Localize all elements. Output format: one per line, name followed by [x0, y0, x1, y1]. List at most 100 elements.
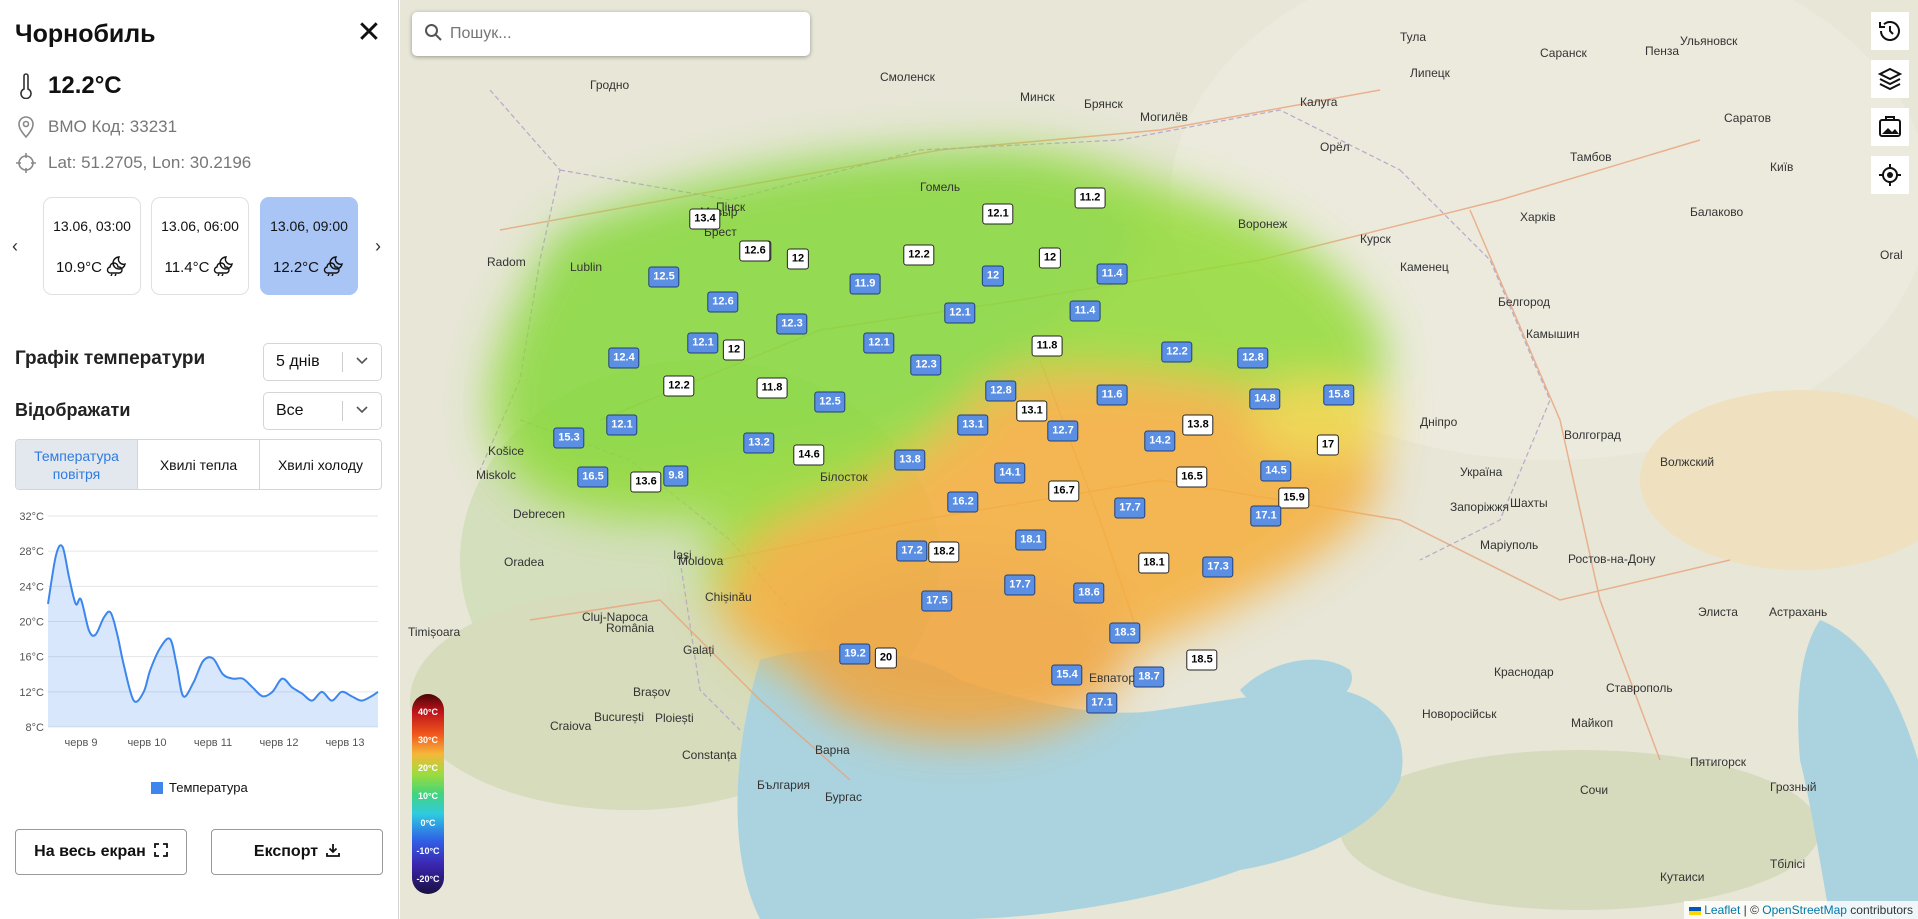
- display-select[interactable]: Все: [263, 392, 382, 430]
- history-icon[interactable]: [1871, 12, 1909, 50]
- station-marker[interactable]: 14.8: [1249, 388, 1281, 410]
- leaflet-link[interactable]: Leaflet: [1704, 903, 1740, 917]
- forecast-card[interactable]: 13.06, 03:00 10.9°C: [43, 197, 141, 295]
- station-marker[interactable]: 12.2: [663, 375, 695, 397]
- export-button[interactable]: Експорт: [211, 829, 383, 875]
- station-marker[interactable]: 12.5: [648, 266, 680, 288]
- station-marker[interactable]: 16.7: [1048, 480, 1080, 502]
- station-marker[interactable]: 12.8: [1237, 347, 1269, 369]
- series-area: [48, 545, 378, 727]
- map-place-label: Craiova: [550, 719, 592, 733]
- weather-map[interactable]: БрестПінскГомельБрянскМазырВоронежХарків…: [400, 0, 1918, 919]
- station-marker[interactable]: 13.2: [743, 432, 775, 454]
- image-icon[interactable]: [1871, 108, 1909, 146]
- export-label: Експорт: [253, 843, 319, 860]
- station-marker[interactable]: 17.5: [921, 590, 953, 612]
- station-marker[interactable]: 17.2: [896, 540, 928, 562]
- station-marker[interactable]: 18.7: [1133, 666, 1165, 688]
- station-marker[interactable]: 11.8: [1031, 335, 1063, 357]
- forecast-value: 12.2°C: [261, 254, 357, 280]
- station-marker[interactable]: 12: [1038, 247, 1062, 269]
- station-marker[interactable]: 15.3: [553, 427, 585, 449]
- station-marker[interactable]: 13.1: [957, 414, 989, 436]
- forecast-card[interactable]: 13.06, 06:00 11.4°C: [151, 197, 249, 295]
- station-marker[interactable]: 12.1: [982, 203, 1014, 225]
- station-marker[interactable]: 15.9: [1278, 487, 1310, 509]
- station-marker[interactable]: 17.7: [1114, 497, 1146, 519]
- station-marker[interactable]: 9.8: [663, 465, 689, 487]
- station-marker[interactable]: 12.1: [944, 302, 976, 324]
- carousel-prev-icon[interactable]: ‹: [12, 236, 18, 257]
- station-marker[interactable]: 11.4: [1069, 300, 1101, 322]
- tab-air-temperature[interactable]: Температура повітря: [16, 440, 138, 489]
- carousel-next-icon[interactable]: ›: [375, 236, 381, 257]
- osm-link[interactable]: OpenStreetMap: [1762, 903, 1847, 917]
- locate-icon[interactable]: [1871, 156, 1909, 194]
- station-marker[interactable]: 18.1: [1015, 529, 1047, 551]
- station-marker[interactable]: 15.8: [1323, 384, 1355, 406]
- station-marker[interactable]: 19.2: [839, 643, 871, 665]
- station-marker[interactable]: 12.1: [863, 332, 895, 354]
- cloud-moon-rain-icon: [323, 254, 345, 280]
- fullscreen-button[interactable]: На весь екран: [15, 829, 187, 875]
- station-marker[interactable]: 12: [722, 339, 746, 361]
- map-place-label: Бургас: [825, 790, 862, 804]
- station-marker[interactable]: 12.5: [814, 391, 846, 413]
- scale-label: 30°C: [417, 735, 439, 745]
- station-marker[interactable]: 12.3: [910, 354, 942, 376]
- station-marker[interactable]: 17.1: [1086, 692, 1118, 714]
- station-marker[interactable]: 12: [981, 265, 1005, 287]
- station-marker[interactable]: 18.5: [1186, 649, 1218, 671]
- station-marker[interactable]: 14.2: [1144, 430, 1176, 452]
- station-marker[interactable]: 11.8: [756, 377, 788, 399]
- station-marker[interactable]: 11.9: [849, 273, 881, 295]
- station-marker[interactable]: 12.6: [707, 291, 739, 313]
- station-marker[interactable]: 11.4: [1096, 263, 1128, 285]
- map-place-label: Debrecen: [513, 507, 566, 521]
- tab-cold-waves[interactable]: Хвилі холоду: [260, 440, 381, 489]
- period-select[interactable]: 5 днів: [263, 343, 382, 381]
- station-marker[interactable]: 18.1: [1138, 552, 1170, 574]
- cloud-moon-rain-icon: [106, 254, 128, 280]
- station-marker[interactable]: 14.6: [793, 444, 825, 466]
- forecast-time: 13.06, 03:00: [53, 218, 131, 234]
- station-marker[interactable]: 11.2: [1074, 187, 1106, 209]
- period-select-value: 5 днів: [276, 353, 320, 370]
- station-marker[interactable]: 18.2: [928, 541, 960, 563]
- station-marker[interactable]: 12: [786, 248, 810, 270]
- station-marker[interactable]: 18.3: [1109, 622, 1141, 644]
- close-icon[interactable]: ✕: [354, 18, 384, 48]
- station-marker[interactable]: 12.8: [985, 380, 1017, 402]
- station-marker[interactable]: 17.1: [1250, 505, 1282, 527]
- station-marker[interactable]: 11.6: [1096, 384, 1128, 406]
- layers-icon[interactable]: [1871, 60, 1909, 98]
- station-marker[interactable]: 12.1: [606, 414, 638, 436]
- station-marker[interactable]: 16.5: [577, 466, 609, 488]
- station-marker[interactable]: 12.1: [687, 332, 719, 354]
- map-place-label: Oradea: [504, 555, 545, 569]
- station-marker[interactable]: 13.6: [630, 471, 662, 493]
- station-marker[interactable]: 16.2: [947, 491, 979, 513]
- station-marker[interactable]: 15.4: [1051, 664, 1083, 686]
- search-input[interactable]: [448, 24, 782, 44]
- station-marker[interactable]: 17.7: [1004, 574, 1036, 596]
- forecast-card[interactable]: 13.06, 09:00 12.2°C: [260, 197, 358, 295]
- station-marker[interactable]: 12.2: [903, 244, 935, 266]
- station-marker[interactable]: 14.5: [1260, 460, 1292, 482]
- station-marker[interactable]: 17.3: [1202, 556, 1234, 578]
- station-marker[interactable]: 16.5: [1176, 466, 1208, 488]
- station-marker[interactable]: 12.2: [1161, 341, 1193, 363]
- tab-heat-waves[interactable]: Хвилі тепла: [138, 440, 260, 489]
- station-marker[interactable]: 18.6: [1073, 582, 1105, 604]
- station-marker[interactable]: 20: [874, 647, 898, 669]
- station-marker[interactable]: 13.1: [1016, 400, 1048, 422]
- station-marker[interactable]: 12.3: [776, 313, 808, 335]
- station-marker[interactable]: 17: [1316, 434, 1340, 456]
- station-marker[interactable]: 12.6: [739, 240, 771, 262]
- station-marker[interactable]: 13.8: [894, 449, 926, 471]
- station-marker[interactable]: 14.1: [994, 462, 1026, 484]
- station-marker[interactable]: 12.7: [1047, 420, 1079, 442]
- station-marker[interactable]: 12.4: [608, 347, 640, 369]
- station-marker[interactable]: 13.4: [689, 208, 721, 230]
- station-marker[interactable]: 13.8: [1182, 414, 1214, 436]
